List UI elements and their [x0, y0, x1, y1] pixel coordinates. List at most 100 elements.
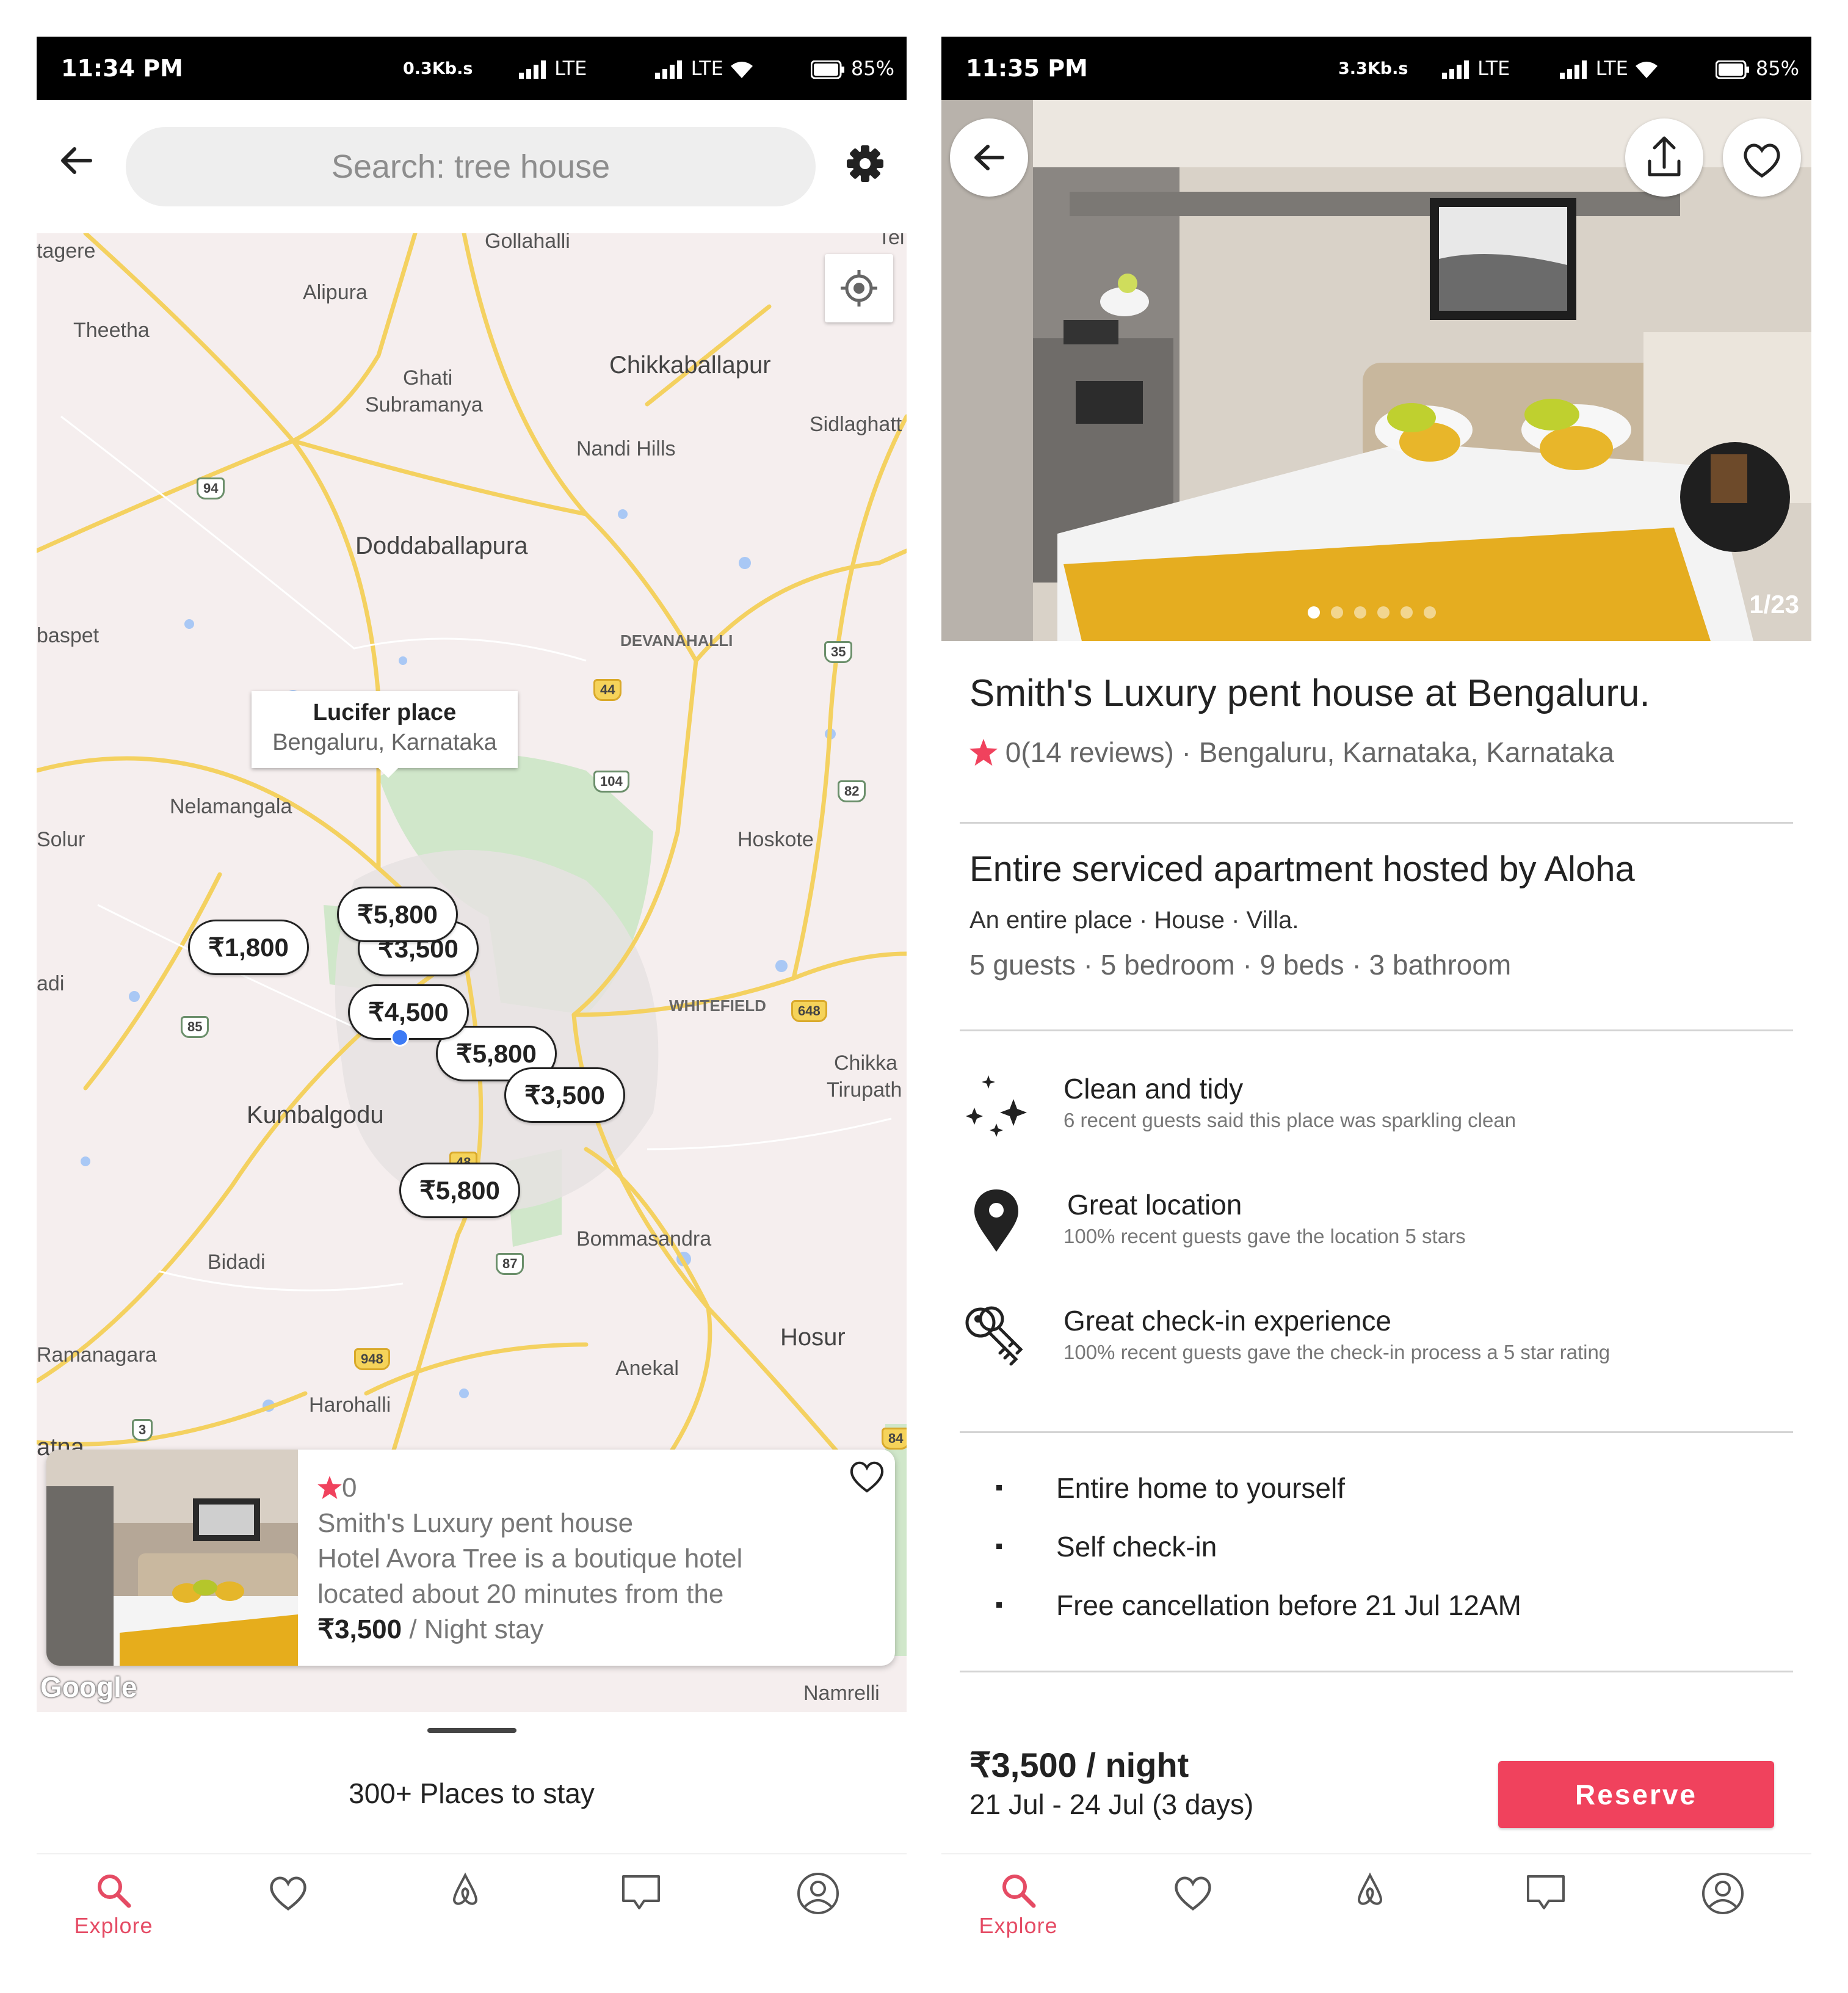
nav-profile[interactable]: [763, 1871, 873, 1915]
nav-inbox[interactable]: [586, 1871, 696, 1914]
current-location-dot: [391, 1028, 409, 1047]
nav-explore-label: Explore: [74, 1913, 153, 1938]
nav-saved[interactable]: [233, 1871, 343, 1914]
host-title: Entire serviced apartment hosted by Aloh…: [969, 849, 1635, 889]
highway-shield: 84: [882, 1428, 907, 1450]
status-battery: 85%: [1715, 57, 1799, 80]
signal-icon: [655, 60, 683, 79]
price-marker[interactable]: ₹3,500: [504, 1067, 625, 1123]
bottom-sheet-handle[interactable]: [427, 1728, 516, 1733]
arrow-left-icon: [974, 145, 1004, 170]
gear-icon: [847, 145, 883, 182]
map-place-label: DEVANAHALLI: [620, 631, 733, 650]
map-place-label: Gollahalli: [485, 233, 570, 253]
star-icon: [969, 739, 998, 766]
battery-label: 85%: [1755, 57, 1799, 80]
pager-dot: [1424, 606, 1436, 619]
settings-button[interactable]: [842, 140, 888, 187]
nav-trips[interactable]: [1315, 1871, 1425, 1908]
network-label: LTE: [690, 57, 723, 80]
airbnb-logo-icon: [452, 1872, 478, 1905]
listing-card[interactable]: 0 Smith's Luxury pent house Hotel Avora …: [46, 1450, 895, 1666]
map-place-label: Tirupath: [827, 1078, 902, 1102]
nav-trips[interactable]: [410, 1871, 520, 1908]
divider: [960, 1431, 1793, 1433]
pager-dot: [1354, 606, 1366, 619]
price-marker[interactable]: ₹1,800: [188, 920, 309, 975]
share-button[interactable]: [1625, 118, 1703, 197]
search-input[interactable]: Search: tree house: [126, 127, 816, 206]
map-place-label: Nelamangala: [170, 795, 292, 818]
map-place-label: Chikka: [834, 1051, 897, 1075]
wifi-icon: [731, 62, 753, 78]
feature-title: Great location: [1067, 1189, 1242, 1221]
location-pin-icon: [974, 1189, 1018, 1252]
bullet-text: Free cancellation before 21 Jul 12AM: [1056, 1589, 1521, 1621]
listing-description: located about 20 minutes from the: [317, 1579, 724, 1609]
photo-gallery[interactable]: 1/23: [941, 100, 1811, 641]
photo-counter: 1/23: [1749, 590, 1799, 619]
highway-shield: 85: [181, 1016, 209, 1038]
network-label: LTE: [1595, 57, 1628, 80]
highway-shield: 44: [593, 679, 622, 701]
signal-icon: [519, 60, 546, 79]
favorite-button[interactable]: [1723, 118, 1801, 197]
nav-explore[interactable]: Explore: [963, 1871, 1073, 1939]
heart-icon: [1175, 1876, 1211, 1911]
map-place-label: Doddaballapura: [355, 532, 528, 559]
bullet-dot: [996, 1485, 1002, 1490]
map-place-label: Anekal: [615, 1357, 679, 1380]
map-place-label: Hosur: [780, 1324, 846, 1351]
map-callout[interactable]: Lucifer place Bengaluru, Karnataka: [252, 691, 518, 778]
feature-title: Clean and tidy: [1064, 1073, 1244, 1105]
listing-detail-screen: 11:35 PM 3.3Kb.s LTE LTE 85% 1/23 Smith'…: [941, 37, 1811, 1960]
price-value: ₹3,500: [317, 1614, 402, 1644]
back-button[interactable]: [950, 118, 1028, 197]
price-marker[interactable]: ₹5,800: [337, 887, 458, 942]
highway-shield: 82: [838, 780, 866, 802]
wifi-icon: [1636, 62, 1658, 78]
photo-pager-dots: [1308, 606, 1447, 622]
price-marker[interactable]: ₹4,500: [348, 984, 469, 1040]
airbnb-logo-icon: [1357, 1872, 1383, 1905]
bullet-dot: [996, 1544, 1002, 1549]
nav-profile[interactable]: [1668, 1871, 1778, 1915]
reserve-button[interactable]: Reserve: [1498, 1761, 1774, 1828]
feature-title: Great check-in experience: [1064, 1305, 1391, 1337]
listing-title: Smith's Luxury pent house at Bengaluru.: [969, 672, 1650, 714]
search-icon: [98, 1875, 131, 1908]
map-place-label: WHITEFIELD: [669, 996, 766, 1015]
arrow-left-icon: [61, 147, 92, 174]
map-view[interactable]: tagere Gollahalli Alipura Theetha Ghati …: [37, 233, 907, 1712]
places-count: 300+ Places to stay: [349, 1777, 595, 1809]
map-place-label: Harohalli: [309, 1393, 391, 1417]
divider: [960, 1029, 1793, 1031]
nav-saved[interactable]: [1138, 1871, 1248, 1914]
signal-icon: [1442, 60, 1469, 79]
map-place-label: tagere: [37, 239, 96, 263]
nav-inbox[interactable]: [1491, 1871, 1601, 1914]
favorite-button[interactable]: [847, 1457, 886, 1496]
bullet-text: Self check-in: [1056, 1531, 1217, 1563]
feature-subtitle: 6 recent guests said this place was spar…: [1064, 1109, 1516, 1131]
map-place-label: Hoskote: [737, 828, 814, 851]
map-place-label: Subramanya: [365, 393, 483, 416]
map-screen: 11:34 PM 0.3Kb.s LTE LTE 85% Search: tre…: [37, 37, 907, 1960]
network-label: LTE: [1477, 57, 1510, 80]
price-marker[interactable]: ₹5,800: [399, 1163, 520, 1218]
heart-icon: [1744, 143, 1780, 178]
status-network-2: LTE: [1560, 57, 1659, 80]
battery-label: 85%: [850, 57, 894, 80]
feature-subtitle: 100% recent guests gave the location 5 s…: [1064, 1225, 1466, 1247]
back-button[interactable]: [55, 139, 98, 182]
listing-info: 0 Smith's Luxury pent house Hotel Avora …: [317, 1470, 840, 1647]
nav-explore[interactable]: Explore: [59, 1871, 168, 1939]
my-location-button[interactable]: [825, 254, 893, 322]
keys-icon: [965, 1306, 1023, 1366]
pager-dot: [1400, 606, 1413, 619]
highway-shield: 104: [593, 771, 629, 793]
heart-icon: [270, 1876, 306, 1911]
map-place-label: Tel: [878, 233, 905, 249]
reviews-location: 0(14 reviews) · Bengaluru, Karnataka, Ka…: [1005, 736, 1614, 768]
map-place-label: Ghati: [403, 366, 453, 390]
